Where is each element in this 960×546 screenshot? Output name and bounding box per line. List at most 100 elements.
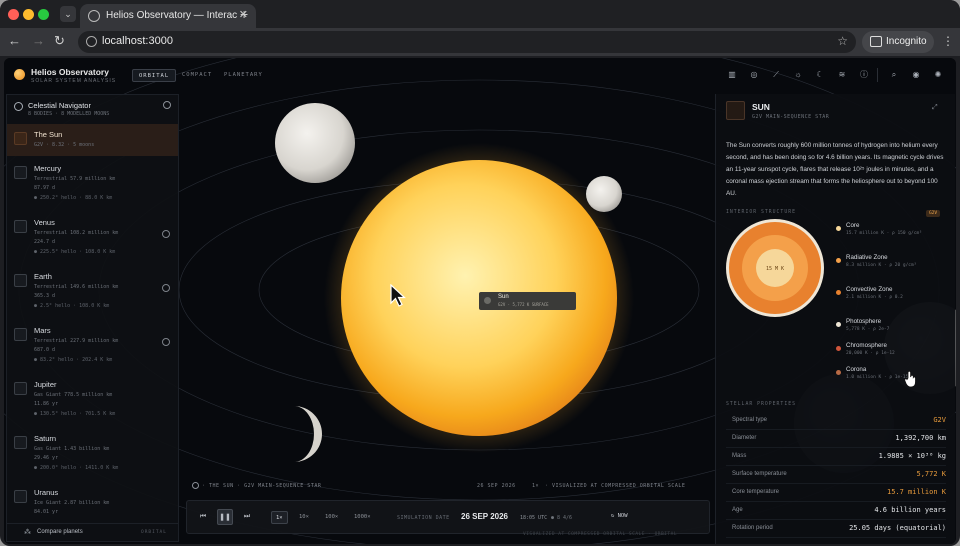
info-icon[interactable]: ⓘ [855, 66, 873, 84]
layer-value: 20,000 K · ρ 1e-12 [846, 351, 895, 356]
maximize-window-button[interactable] [38, 9, 49, 20]
moon-small-right[interactable] [586, 176, 622, 212]
browser-toolbar: ← → ↻ localhost:3000 ☆ Incognito ⋮ [0, 28, 960, 56]
bar-chart-icon[interactable]: ▥ [723, 66, 741, 84]
jupiter-thumbnail [14, 382, 27, 395]
interior-badge: G2V [926, 210, 941, 217]
moon-icon[interactable]: ☾ [811, 66, 829, 84]
browser-tab[interactable]: Helios Observatory — Interac ✕ [80, 4, 256, 28]
planet-stats: ● 250.2° hello · 88.0 K km [34, 195, 113, 201]
planet-distance: Terrestrial 227.9 million km [34, 338, 119, 344]
moon-top-left[interactable] [275, 103, 355, 183]
mode-tab-compact[interactable]: COMPACT [176, 69, 218, 82]
moons-badge-icon[interactable] [162, 338, 170, 346]
now-label: NOW [617, 513, 628, 519]
interior-structure-diagram[interactable]: 15 M K [726, 217, 824, 319]
prop-value: 15.7 million K [886, 488, 946, 496]
planet-period: 11.86 yr [34, 401, 59, 407]
layer-value: 1.0 million K · ρ 1e-15 [846, 375, 909, 380]
simulation-time: 18:05 UTC [520, 515, 548, 521]
prop-value: 1.9885 × 10³⁰ kg [878, 452, 946, 460]
interior-structure-label: INTERIOR STRUCTURE [726, 210, 796, 215]
ruler-icon[interactable]: ⟋ [767, 66, 785, 84]
target-icon [192, 482, 199, 489]
layers-icon[interactable]: ≋ [833, 66, 851, 84]
list-item-jupiter[interactable]: Jupiter Gas Giant 778.5 million km 11.86… [7, 374, 178, 428]
prop-key: Mass [732, 453, 747, 459]
eye-icon[interactable]: ◉ [907, 66, 925, 84]
list-item-earth[interactable]: Earth Terrestrial 149.6 million km 365.3… [7, 266, 178, 320]
scale-label: ORBITAL [141, 530, 167, 535]
moons-badge-icon[interactable] [162, 284, 170, 292]
pause-button[interactable]: ❚❚ [217, 509, 233, 525]
layer-name: Corona [846, 366, 867, 373]
step-back-icon[interactable]: ⏮ [195, 509, 211, 525]
back-icon[interactable]: ← [8, 33, 21, 48]
planet-period: 87.97 d [34, 185, 56, 191]
planet-period: 84.01 yr [34, 509, 59, 515]
layer-name: Radiative Zone [846, 254, 888, 261]
planet-stats: ● 225.5° hello · 108.0 K km [34, 249, 116, 255]
tab-search-button[interactable]: ⌄ [60, 6, 76, 22]
reload-icon[interactable]: ↻ [54, 33, 65, 49]
list-item-sun[interactable]: The Sun G2V · 8.32 · 5 moons [7, 124, 178, 156]
prop-key: Age [732, 507, 743, 513]
list-item-mercury[interactable]: Mercury Terrestrial 57.9 million km 87.9… [7, 158, 178, 212]
forward-icon[interactable]: → [32, 33, 45, 48]
prop-spectral-type: Spectral type G2V [726, 412, 946, 430]
compass-icon[interactable]: ◎ [745, 66, 763, 84]
app-header: Helios Observatory SOLAR SYSTEM ANALYSIS… [4, 58, 956, 92]
list-item-mars[interactable]: Mars Terrestrial 227.9 million km 687.0 … [7, 320, 178, 374]
simulation-zone: ● 8 4/6 [551, 515, 573, 521]
incognito-icon [870, 36, 882, 47]
moons-badge-icon[interactable] [162, 230, 170, 238]
list-item-venus[interactable]: Venus Terrestrial 108.2 million km 224.7… [7, 212, 178, 266]
prop-value: 25.05 days (equatorial) [849, 524, 946, 532]
venus-thumbnail [14, 220, 27, 233]
focus-caption: · THE SUN · G2V MAIN-SEQUENCE STAR [202, 483, 322, 489]
new-tab-button[interactable]: + [240, 6, 248, 22]
settings-icon[interactable]: ✺ [929, 66, 947, 84]
orbit-icon [14, 102, 23, 111]
now-button[interactable]: ↻ NOW [611, 513, 628, 519]
globe-icon [88, 10, 100, 22]
speed-100x[interactable]: 100× [321, 511, 342, 524]
bookmark-star-icon[interactable]: ☆ [837, 34, 848, 48]
compare-planets-button[interactable]: Compare planets [37, 529, 83, 535]
speed-10x[interactable]: 10× [295, 511, 313, 524]
address-bar[interactable]: localhost:3000 ☆ [78, 31, 856, 53]
caption-scale: · VISUALIZED AT COMPRESSED ORBITAL SCALE [545, 483, 686, 489]
mode-tab-planetary[interactable]: PLANETARY [218, 69, 269, 82]
prop-key: Spectral type [732, 417, 768, 423]
minimize-window-button[interactable] [23, 9, 34, 20]
legend-dot [836, 370, 841, 375]
browser-menu-icon[interactable]: ⋮ [942, 34, 954, 48]
tab-strip: ⌄ Helios Observatory — Interac ✕ + [0, 0, 960, 28]
tooltip-info: G2V · 5,772 K SURFACE [498, 302, 549, 307]
prop-value: 1,392,700 km [895, 434, 946, 442]
incognito-indicator[interactable]: Incognito [862, 31, 934, 53]
prop-value: G2V [933, 416, 946, 424]
navigator-title: Celestial Navigator [28, 101, 91, 110]
planet-period: 687.0 d [34, 347, 56, 353]
search-icon[interactable]: ⌕ [885, 66, 903, 84]
prop-key: Rotation period [732, 525, 773, 531]
speed-1000x[interactable]: 1000× [350, 511, 375, 524]
panel-subtitle: G2V MAIN-SEQUENCE STAR [752, 114, 830, 120]
list-item-saturn[interactable]: Saturn Gas Giant 1.43 billion km 29.46 y… [7, 428, 178, 482]
navigator-search-icon[interactable] [163, 101, 171, 109]
sidebar-footer: ⁂ Compare planets ORBITAL [7, 523, 178, 541]
mode-tab-orbital[interactable]: ORBITAL [132, 69, 177, 82]
tooltip-sun-icon [484, 297, 491, 304]
speed-1x[interactable]: 1× [271, 511, 288, 524]
prop-value: 5,772 K [916, 470, 946, 478]
caption-date: 26 SEP 2026 [477, 483, 516, 489]
step-forward-icon[interactable]: ⏭ [239, 509, 255, 525]
list-item-uranus[interactable]: Uranus Ice Giant 2.87 billion km 84.01 y… [7, 482, 178, 522]
layer-value: 5,778 K · ρ 2e-7 [846, 327, 890, 332]
site-info-icon[interactable] [86, 36, 97, 47]
simulation-date[interactable]: 26 SEP 2026 [461, 512, 508, 521]
close-window-button[interactable] [8, 9, 19, 20]
expand-icon[interactable]: ⤢ [932, 104, 938, 112]
sun-icon[interactable]: ☼ [789, 66, 807, 84]
